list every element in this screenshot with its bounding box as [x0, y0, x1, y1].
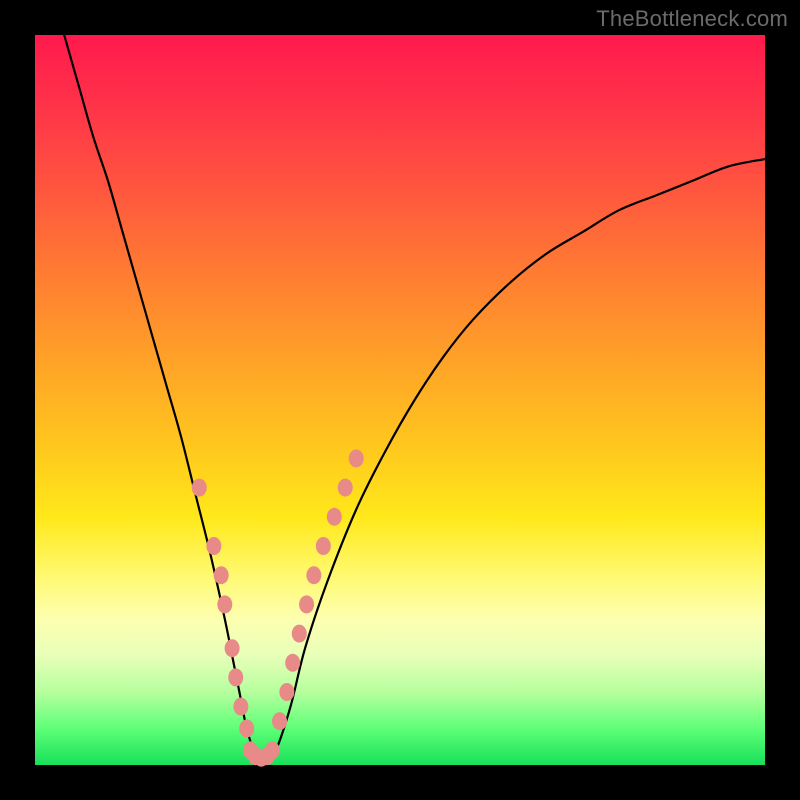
chart-marker: [316, 537, 331, 555]
chart-marker: [327, 508, 342, 526]
chart-marker: [272, 712, 287, 730]
chart-marker: [285, 654, 300, 672]
chart-curve: [64, 35, 765, 759]
chart-marker: [338, 479, 353, 497]
chart-marker: [239, 720, 254, 738]
chart-marker: [217, 595, 232, 613]
chart-marker: [206, 537, 221, 555]
chart-marker: [214, 566, 229, 584]
chart-marker: [349, 449, 364, 467]
chart-marker: [265, 741, 280, 759]
chart-marker: [192, 479, 207, 497]
chart-frame: TheBottleneck.com: [0, 0, 800, 800]
chart-marker: [225, 639, 240, 657]
watermark-text: TheBottleneck.com: [596, 6, 788, 32]
chart-marker: [233, 698, 248, 716]
chart-marker: [306, 566, 321, 584]
chart-marker: [279, 683, 294, 701]
chart-marker: [228, 668, 243, 686]
chart-marker: [299, 595, 314, 613]
chart-overlay-svg: [35, 35, 765, 765]
chart-plot-area: [35, 35, 765, 765]
chart-marker: [292, 625, 307, 643]
